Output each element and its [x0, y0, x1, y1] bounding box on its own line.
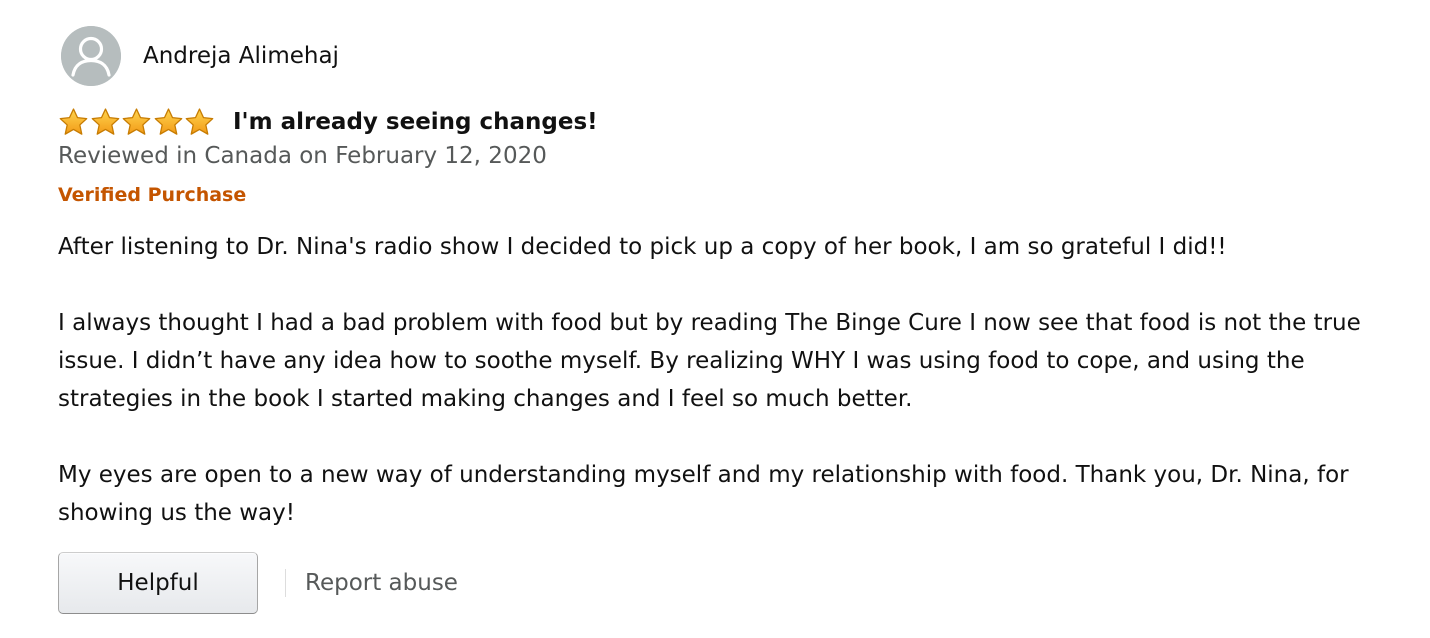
review-title[interactable]: I'm already seeing changes! — [233, 109, 598, 135]
reviewer-name[interactable]: Andreja Alimehaj — [143, 43, 339, 69]
report-abuse-link[interactable]: Report abuse — [305, 570, 458, 596]
star-icon — [153, 107, 184, 138]
review-actions: Helpful Report abuse — [58, 552, 458, 614]
star-icon — [184, 107, 215, 138]
customer-review: Andreja Alimehaj I'm already seeing chan… — [0, 0, 1430, 638]
divider — [285, 569, 286, 597]
verified-purchase-badge[interactable]: Verified Purchase — [58, 184, 246, 206]
star-icon — [121, 107, 152, 138]
star-icon — [58, 107, 89, 138]
review-paragraph: My eyes are open to a new way of underst… — [58, 462, 1349, 526]
review-date: Reviewed in Canada on February 12, 2020 — [58, 143, 547, 169]
star-rating[interactable] — [58, 105, 216, 139]
review-paragraph: After listening to Dr. Nina's radio show… — [58, 234, 1227, 260]
reviewer-profile[interactable]: Andreja Alimehaj — [61, 26, 339, 86]
rating-row: I'm already seeing changes! — [58, 104, 598, 140]
avatar — [61, 26, 121, 86]
review-body: After listening to Dr. Nina's radio show… — [58, 228, 1403, 532]
helpful-button[interactable]: Helpful — [58, 552, 258, 614]
star-icon — [90, 107, 121, 138]
review-paragraph: I always thought I had a bad problem wit… — [58, 310, 1361, 412]
default-user-avatar-icon — [61, 26, 121, 86]
